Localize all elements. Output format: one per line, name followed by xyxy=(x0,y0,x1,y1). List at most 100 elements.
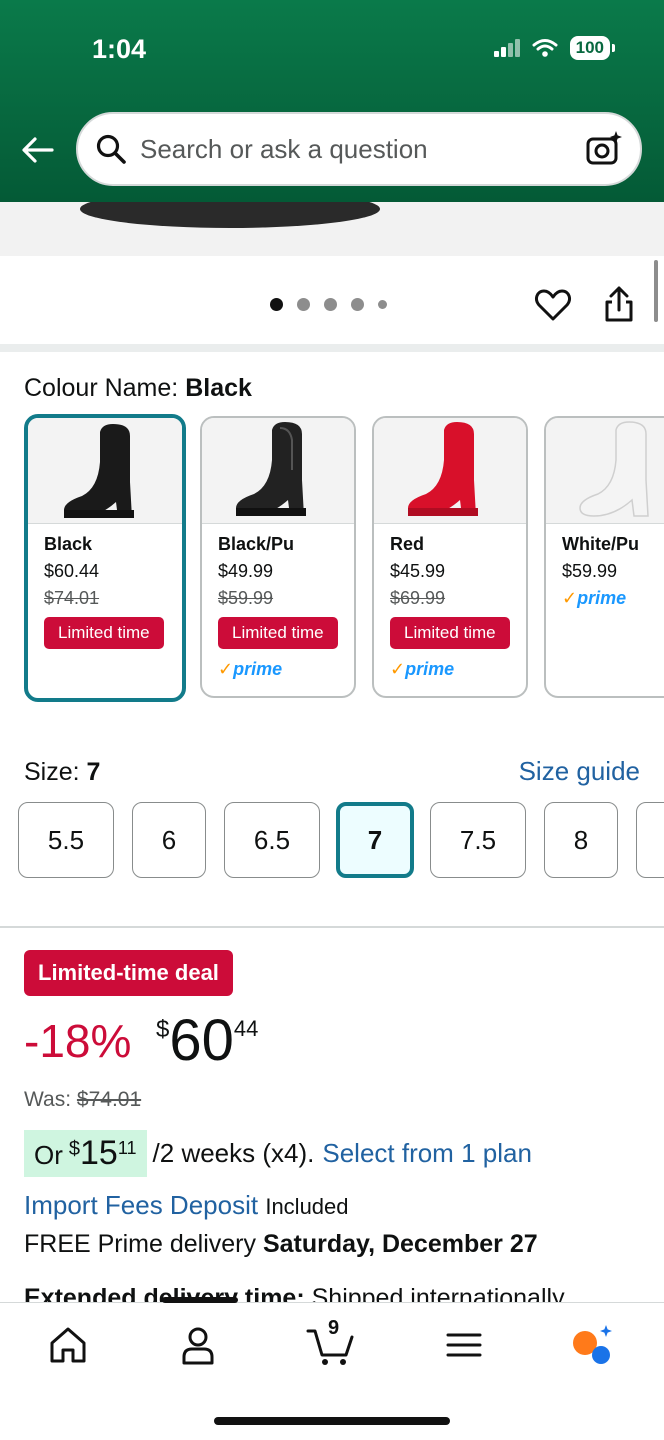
size-label-text: Size: xyxy=(24,758,80,786)
carousel-dot[interactable] xyxy=(270,298,283,311)
delivery-date: Saturday, December 27 xyxy=(262,1230,538,1258)
search-input[interactable]: Search or ask a question xyxy=(140,134,584,165)
colour-label-text: Colour Name: xyxy=(24,374,179,402)
size-option[interactable]: 6 xyxy=(132,802,206,878)
price-fraction: 44 xyxy=(233,1016,259,1041)
size-option[interactable]: 6.5 xyxy=(224,802,320,878)
status-icons: 100 xyxy=(493,36,616,60)
boot-image-red xyxy=(408,422,478,516)
rufus-assistant-icon[interactable] xyxy=(570,1323,614,1367)
colour-name-label: Colour Name: Black xyxy=(24,374,252,403)
swatch-price: $59.99 xyxy=(562,561,618,581)
heart-icon[interactable] xyxy=(534,286,572,324)
limited-time-deal-badge: Limited-time deal xyxy=(24,950,233,996)
size-option[interactable]: 7.5 xyxy=(430,802,526,878)
installment-or: Or xyxy=(34,1140,63,1170)
search-bar[interactable]: Search or ask a question xyxy=(76,112,642,186)
section-divider xyxy=(0,926,664,928)
limited-time-badge: Limited time xyxy=(44,617,164,649)
swatch-was-price: $69.99 xyxy=(390,588,446,608)
colour-option-black[interactable]: Black $60.44 $74.01 Limited time xyxy=(24,414,186,702)
cart-count: 9 xyxy=(328,1317,340,1339)
swatch-image xyxy=(202,418,354,524)
carousel-dot[interactable] xyxy=(378,300,387,309)
image-carousel-controls xyxy=(0,256,664,344)
extended-delivery: Extended delivery time: Shipped internat… xyxy=(24,1284,565,1302)
installment-plan: Or $ 15 11 /2 weeks (x4). Select from 1 … xyxy=(24,1130,532,1177)
was-price: Was: $74.01 xyxy=(24,1088,141,1112)
colour-option-red[interactable]: Red $45.99 $69.99 Limited time ✓prime xyxy=(372,416,528,698)
carousel-dots[interactable] xyxy=(270,298,387,311)
delivery-prefix: FREE Prime delivery xyxy=(24,1230,256,1258)
colour-selected-value: Black xyxy=(185,374,252,402)
back-arrow-icon[interactable] xyxy=(20,132,56,168)
size-selected-value: 7 xyxy=(86,758,101,786)
carousel-dot[interactable] xyxy=(324,298,337,311)
prime-text: prime xyxy=(577,588,627,608)
battery-icon: 100 xyxy=(569,36,616,60)
swatch-was-price: $59.99 xyxy=(218,588,274,608)
colour-swatches: Black $60.44 $74.01 Limited time Black/P… xyxy=(24,414,664,704)
swatch-name: Black/Pu xyxy=(218,534,295,554)
swatch-price: $60.44 xyxy=(44,561,100,581)
carousel-dot[interactable] xyxy=(297,298,310,311)
extended-delivery-text: Shipped internationally xyxy=(311,1284,565,1302)
installment-currency: $ xyxy=(68,1138,81,1160)
carousel-dot[interactable] xyxy=(351,298,364,311)
bottom-navigation: 9 xyxy=(0,1297,664,1440)
size-option-selected[interactable]: 7 xyxy=(336,802,414,878)
import-fees-status: Included xyxy=(265,1194,349,1219)
price-whole: 60 xyxy=(169,1008,234,1073)
account-icon[interactable] xyxy=(176,1323,220,1367)
prime-badge: ✓prime xyxy=(562,588,627,608)
prime-text: prime xyxy=(405,659,455,679)
nav-active-indicator xyxy=(162,1297,238,1303)
size-label: Size: 7 xyxy=(24,758,100,787)
import-fees: Import Fees Deposit Included xyxy=(24,1190,349,1221)
size-options: 5.5 6 6.5 7 7.5 8 xyxy=(0,800,664,882)
limited-time-badge: Limited time xyxy=(390,617,510,649)
boot-image-black xyxy=(64,424,134,518)
product-image-shoe xyxy=(80,202,380,228)
size-option[interactable]: 5.5 xyxy=(18,802,114,878)
swatch-name: Red xyxy=(390,534,425,554)
share-icon[interactable] xyxy=(600,284,638,324)
product-image[interactable] xyxy=(0,202,664,256)
swatch-image xyxy=(28,418,182,524)
home-icon[interactable] xyxy=(46,1323,90,1367)
installment-fraction: 11 xyxy=(117,1138,137,1158)
installment-chip: Or $ 15 11 xyxy=(24,1130,147,1177)
colour-option-black-pu[interactable]: Black/Pu $49.99 $59.99 Limited time ✓pri… xyxy=(200,416,356,698)
swatch-was-price: $74.01 xyxy=(44,588,100,608)
size-option[interactable]: 8 xyxy=(544,802,618,878)
prime-text: prime xyxy=(233,659,283,679)
import-fees-link[interactable]: Import Fees Deposit xyxy=(24,1190,258,1220)
discount-percent: -18% xyxy=(24,1015,132,1067)
scrollbar[interactable] xyxy=(654,260,658,322)
colour-option-white-pu[interactable]: White/Pu $59.99 ✓prime xyxy=(544,416,664,698)
select-plan-link[interactable]: Select from 1 plan xyxy=(322,1138,532,1169)
app-header: 1:04 100 Search or ask a question xyxy=(0,0,664,202)
section-divider xyxy=(0,344,664,352)
camera-search-icon[interactable] xyxy=(584,129,624,169)
was-label: Was: xyxy=(24,1088,72,1111)
prime-badge: ✓prime xyxy=(218,659,283,679)
swatch-image xyxy=(546,418,664,524)
limited-time-badge: Limited time xyxy=(218,617,338,649)
current-price: $ 60 44 xyxy=(156,1010,258,1072)
swatch-name: Black xyxy=(44,534,93,554)
search-icon xyxy=(96,134,126,164)
swatch-price: $49.99 xyxy=(218,561,274,581)
delivery-info: FREE Prime delivery Saturday, December 2… xyxy=(24,1230,538,1259)
boot-image-black-pu xyxy=(236,422,306,516)
cellular-signal-icon xyxy=(493,39,520,57)
size-option-partial[interactable] xyxy=(636,802,664,878)
swatch-name: White/Pu xyxy=(562,534,639,554)
prime-badge: ✓prime xyxy=(390,659,455,679)
size-guide-link[interactable]: Size guide xyxy=(519,756,640,787)
home-indicator xyxy=(214,1417,450,1425)
installment-period: /2 weeks (x4). xyxy=(152,1138,315,1168)
status-time: 1:04 xyxy=(92,34,147,64)
wifi-icon xyxy=(532,39,558,57)
menu-icon[interactable] xyxy=(442,1323,486,1367)
